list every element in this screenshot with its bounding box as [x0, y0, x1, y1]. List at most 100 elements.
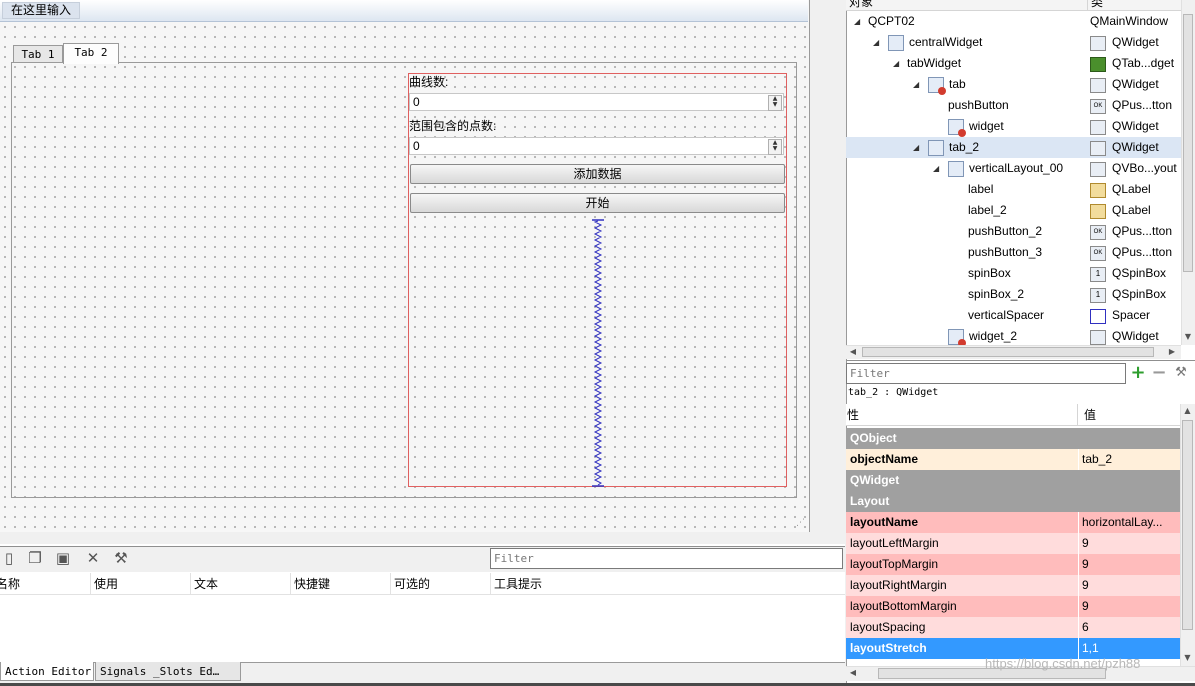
property-table-header: 性 值 [846, 404, 1180, 426]
vertical-spacer-icon[interactable] [592, 219, 604, 487]
property-name: Layout [850, 494, 890, 508]
widget-class-icon [1090, 141, 1106, 156]
property-name: layoutBottomMargin [850, 599, 957, 613]
start-button[interactable]: 开始 [410, 193, 785, 213]
scroll-down-icon[interactable]: ▼ [1182, 652, 1193, 664]
expand-arrow-icon[interactable]: ◢ [873, 32, 879, 53]
column-divider [1078, 617, 1079, 638]
scroll-down-icon[interactable]: ▼ [1183, 331, 1193, 343]
add-data-button[interactable]: 添加数据 [410, 164, 785, 184]
widget-class-icon [1090, 120, 1106, 135]
column-header-name[interactable]: 名称 [0, 573, 91, 595]
property-row-layoutbottommargin[interactable]: layoutBottomMargin 9 [846, 596, 1180, 617]
property-row-objectname[interactable]: objectName tab_2 [846, 449, 1180, 470]
property-value[interactable]: 9 [1082, 533, 1178, 554]
spin-arrows-icon[interactable]: ▲ ▼ [768, 95, 782, 111]
column-header-class[interactable]: 类 [1087, 0, 1182, 10]
tab-signals-slots-editor[interactable]: Signals _Slots Ed… [95, 662, 241, 681]
column-divider [1078, 575, 1079, 596]
spin-arrows-icon[interactable]: ▲ ▼ [768, 139, 782, 155]
object-inspector-vscroll-thumb[interactable] [1183, 14, 1193, 272]
scroll-left-icon[interactable]: ◀ [848, 346, 858, 358]
property-row-layoutname[interactable]: layoutName horizontalLay... [846, 512, 1180, 533]
property-row-layouttopmargin[interactable]: layoutTopMargin 9 [846, 554, 1180, 575]
property-value[interactable]: tab_2 [1082, 449, 1178, 470]
tree-row-tab[interactable]: ◢ tab QWidget [846, 74, 1182, 95]
copy-action-icon[interactable]: ❐ [26, 549, 44, 567]
column-header-object[interactable]: 对象 [846, 0, 1086, 10]
property-row-layoutspacing[interactable]: layoutSpacing 6 [846, 617, 1180, 638]
property-value[interactable]: 6 [1082, 617, 1178, 638]
scroll-left-icon[interactable]: ◀ [848, 667, 858, 679]
tree-row-tabwidget[interactable]: ◢ tabWidget QTab...dget [846, 53, 1182, 74]
tree-row-spinbox-2[interactable]: spinBox_2 1 QSpinBox [846, 284, 1182, 305]
tab-action-editor[interactable]: Action Editor [0, 662, 94, 681]
column-header-used[interactable]: 使用 [91, 573, 191, 595]
column-header-tooltip[interactable]: 工具提示 [491, 573, 845, 595]
spinbox-class-icon: 1 [1090, 288, 1106, 303]
delete-action-icon[interactable]: ✕ [84, 549, 102, 567]
tab-2[interactable]: Tab 2 [63, 43, 119, 64]
tree-row-qcpt02[interactable]: ◢ QCPT02 QMainWindow [846, 11, 1182, 32]
tree-row-verticallayout[interactable]: ◢ verticalLayout_00 QVBo...yout [846, 158, 1182, 179]
spinbox-point-count[interactable]: 0 ▲ ▼ [409, 137, 784, 155]
tree-row-verticalspacer[interactable]: verticalSpacer Spacer [846, 305, 1182, 326]
property-row-layoutrightmargin[interactable]: layoutRightMargin 9 [846, 575, 1180, 596]
object-class: QWidget [1112, 35, 1159, 49]
expand-arrow-icon[interactable]: ◢ [933, 158, 939, 179]
expand-arrow-icon[interactable]: ◢ [913, 74, 919, 95]
property-value[interactable]: horizontalLay... [1082, 512, 1178, 533]
tabwidget-class-icon [1090, 57, 1106, 72]
tree-row-centralwidget[interactable]: ◢ centralWidget QWidget [846, 32, 1182, 53]
tree-row-widget[interactable]: widget QWidget [846, 116, 1182, 137]
object-name: spinBox_2 [968, 287, 1025, 301]
resize-grip-icon[interactable]: ⋰ [796, 518, 806, 528]
property-name: QObject [850, 431, 897, 445]
expand-arrow-icon[interactable]: ◢ [854, 11, 860, 32]
spacer-class-icon [1090, 309, 1106, 324]
column-header-value[interactable]: 值 [1083, 404, 1180, 426]
expand-arrow-icon[interactable]: ◢ [893, 53, 899, 74]
action-filter-input[interactable]: Filter [490, 548, 843, 569]
tree-row-spinbox[interactable]: spinBox 1 QSpinBox [846, 263, 1182, 284]
spinbox-curve-count[interactable]: 0 ▲ ▼ [409, 93, 784, 111]
configure-action-icon[interactable]: ⚒ [112, 549, 130, 567]
object-inspector-hscroll-thumb[interactable] [862, 347, 1154, 357]
scroll-up-icon[interactable]: ▲ [1182, 405, 1193, 417]
tree-row-label-2[interactable]: label_2 QLabel [846, 200, 1182, 221]
tree-row-widget-2[interactable]: widget_2 QWidget [846, 326, 1182, 345]
add-property-icon[interactable]: + [1129, 364, 1147, 382]
property-section-qwidget[interactable]: QWidget [846, 470, 1180, 491]
object-name: tab [949, 77, 966, 91]
property-value[interactable]: 9 [1082, 554, 1178, 575]
property-editor-vscroll-thumb[interactable] [1182, 420, 1193, 630]
object-inspector-header: 对象 类 [846, 0, 1182, 11]
menu-placeholder[interactable]: 在这里输入 [2, 2, 81, 19]
tree-row-label[interactable]: label QLabel [846, 179, 1182, 200]
tree-row-pushbutton-3[interactable]: pushButton_3 OK QPus...tton [846, 242, 1182, 263]
configure-property-icon[interactable]: ⚒ [1171, 364, 1191, 382]
new-action-icon[interactable]: ▯ [0, 549, 18, 567]
column-header-shortcut[interactable]: 快捷键 [291, 573, 391, 595]
expand-arrow-icon[interactable]: ◢ [913, 137, 919, 158]
object-name: verticalLayout_00 [969, 161, 1064, 175]
property-section-qobject[interactable]: QObject [846, 428, 1180, 449]
column-header-text[interactable]: 文本 [191, 573, 291, 595]
paste-action-icon[interactable]: ▣ [54, 549, 72, 567]
property-section-layout[interactable]: Layout [846, 491, 1180, 512]
object-class: QPus...tton [1112, 224, 1173, 238]
remove-property-icon[interactable]: − [1150, 364, 1168, 382]
tree-row-tab-2[interactable]: ◢ tab_2 QWidget [846, 137, 1182, 158]
property-value[interactable]: 9 [1082, 596, 1178, 617]
column-divider [1078, 512, 1079, 533]
tree-row-pushbutton[interactable]: pushButton OK QPus...tton [846, 95, 1182, 116]
column-header-checkable[interactable]: 可选的 [391, 573, 491, 595]
property-value[interactable]: 9 [1082, 575, 1178, 596]
tree-row-pushbutton-2[interactable]: pushButton_2 OK QPus...tton [846, 221, 1182, 242]
property-filter-input[interactable]: Filter [846, 363, 1126, 384]
property-row-layoutleftmargin[interactable]: layoutLeftMargin 9 [846, 533, 1180, 554]
horizontal-layout-icon [928, 140, 944, 156]
scroll-right-icon[interactable]: ▶ [1167, 346, 1177, 358]
tab-1[interactable]: Tab 1 [13, 45, 63, 63]
column-header-property[interactable]: 性 [846, 404, 1078, 426]
